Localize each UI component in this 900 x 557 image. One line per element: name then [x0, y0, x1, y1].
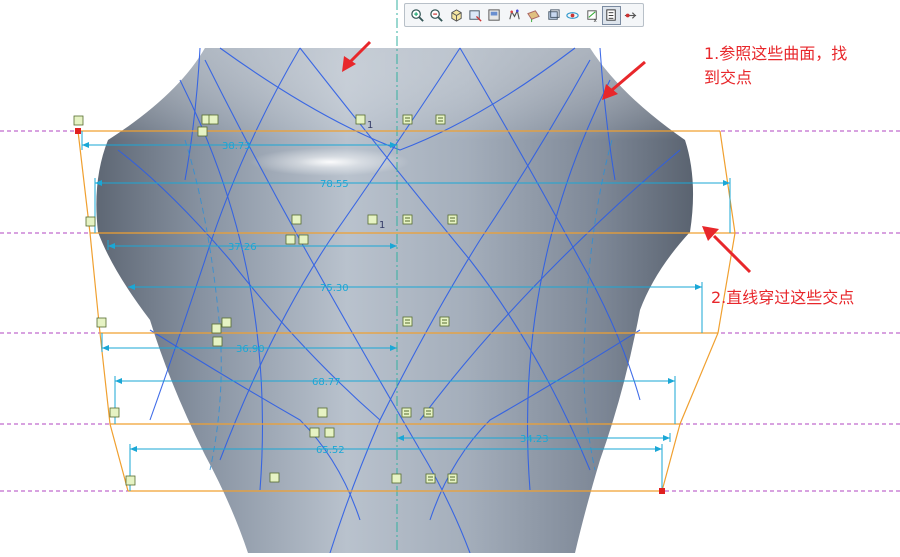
- dimension-value-5: 36.90: [236, 344, 265, 355]
- view-toolbar: x: [404, 3, 644, 27]
- saved-views-icon: [488, 8, 501, 21]
- saved-views-button[interactable]: [486, 6, 504, 25]
- annotation-note-2: 2.直线穿过这些交点: [711, 288, 855, 307]
- dimension-value-4: 75.30: [320, 283, 349, 294]
- constraint-index-a: 1: [367, 120, 373, 131]
- zoom-out-button[interactable]: [427, 6, 445, 25]
- zoom-out-icon: [430, 8, 443, 22]
- display-style-button[interactable]: [505, 6, 523, 25]
- sketcher-display-button[interactable]: [602, 5, 621, 25]
- zoom-in-icon: [410, 8, 424, 22]
- vase-highlight: [250, 148, 410, 176]
- dimension-value-6: 68.77: [312, 377, 341, 388]
- model-viewport[interactable]: 38.73 78.55 37.26 75.30 36.90 68.77 34.2…: [0, 0, 900, 554]
- sketch-view-button[interactable]: x: [583, 6, 601, 25]
- annotation-note-1-line1: 1.参照这些曲面，找: [704, 44, 848, 63]
- constraints-display-button[interactable]: [622, 6, 640, 25]
- sketch-endpoint-end: [659, 488, 665, 494]
- annotation-note-1-line2: 到交点: [704, 68, 753, 87]
- dimension-value-7: 34.23: [520, 434, 549, 445]
- constraint-index-b: 1: [379, 220, 385, 231]
- dimension-value-1: 38.73: [222, 141, 251, 152]
- display-style-icon: [509, 8, 520, 19]
- sketch-endpoint-start: [75, 128, 81, 134]
- sketch-view-icon: x: [586, 9, 597, 23]
- svg-text:x: x: [593, 18, 597, 23]
- annotation-note-1: 1.参照这些曲面，找 到交点: [704, 42, 847, 90]
- spin-center-icon: [566, 11, 579, 19]
- refit-button[interactable]: [447, 6, 465, 25]
- dimension-value-3: 37.26: [228, 242, 257, 253]
- sketcher-display-icon: [606, 8, 616, 21]
- dimension-value-2: 78.55: [320, 179, 349, 190]
- refit-icon: [450, 8, 462, 22]
- zoom-in-button[interactable]: [408, 6, 426, 25]
- spin-center-button[interactable]: [563, 6, 581, 25]
- datum-display-button[interactable]: [525, 6, 543, 25]
- reorient-button[interactable]: [466, 6, 484, 25]
- constraints-display-icon: [625, 11, 637, 19]
- datum-display-icon: [527, 9, 541, 22]
- dimension-value-8: 65.52: [316, 445, 345, 456]
- reorient-icon: [469, 9, 482, 22]
- annotation-display-button[interactable]: [544, 6, 562, 25]
- annotation-display-icon: [548, 8, 560, 20]
